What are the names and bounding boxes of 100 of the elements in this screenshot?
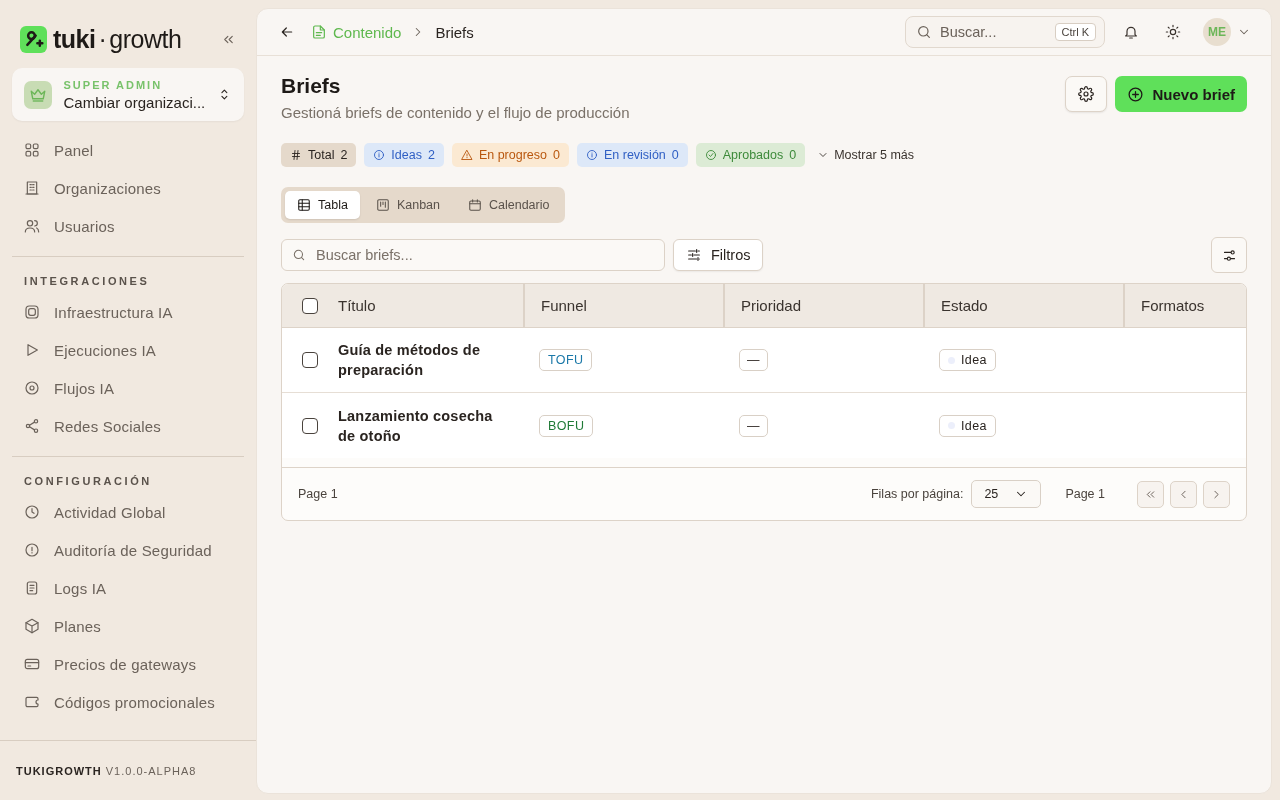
priority-tag: — [739, 349, 768, 371]
check-circle-icon [704, 149, 717, 161]
info-icon [585, 149, 598, 161]
table-cell-text: Guía de métodos de preparación [338, 341, 482, 380]
new-brief-button[interactable]: Nuevo brief [1115, 76, 1247, 112]
logo-text: · [98, 24, 107, 54]
table-row[interactable]: Guía de métodos de preparación TOFU — Idea [282, 328, 1246, 393]
page-label: Page 1 [1065, 487, 1105, 501]
plus-circle-icon [1127, 85, 1145, 103]
rows-per-page-select[interactable]: 25 [971, 480, 1042, 508]
nav-item[interactable]: Panel [12, 131, 244, 169]
nav-item[interactable]: Ejecuciones IA [12, 331, 244, 369]
stat-chip[interactable]: Ideas 2 [364, 143, 444, 167]
page-label: Page 1 [298, 487, 338, 501]
role-label: SUPER ADMIN [63, 78, 164, 91]
view-tab[interactable]: Kanban [363, 191, 452, 219]
back-button[interactable] [279, 24, 295, 40]
nav-item[interactable]: Infraestructura IA [12, 293, 244, 331]
search-placeholder: Buscar briefs... [316, 247, 413, 263]
breadcrumb-current: Briefs [435, 23, 474, 41]
target-icon [24, 380, 40, 396]
building-icon [24, 180, 40, 196]
nav-item[interactable]: Organizaciones [12, 169, 244, 207]
document-icon [311, 24, 327, 40]
stat-chip[interactable]: En progreso 0 [451, 143, 569, 167]
table-icon [297, 198, 311, 212]
nav-item[interactable]: Logs IA [12, 569, 244, 607]
search-placeholder: Buscar... [940, 24, 997, 40]
column-header[interactable]: Título [338, 297, 376, 314]
search-icon [916, 24, 932, 40]
organization-label: Cambiar organizaci... [63, 93, 206, 111]
shortcut-hint: Ctrl K [1054, 23, 1096, 41]
page-subtitle: Gestioná briefs de contenido y el flujo de producción [281, 104, 630, 121]
nav-item[interactable]: Auditoría de Seguridad [12, 531, 244, 569]
users-icon [24, 218, 40, 234]
logo-icon [20, 25, 47, 53]
stat-chip[interactable]: Total 2 [281, 143, 357, 167]
view-tab[interactable]: Calendario [456, 191, 562, 219]
alert-icon [24, 542, 40, 558]
nav-item[interactable]: Redes Sociales [12, 407, 244, 445]
nav-item[interactable]: Precios de gateways [12, 645, 244, 683]
logo-text: tuki [53, 24, 96, 54]
kanban-icon [375, 198, 390, 212]
column-settings-button[interactable] [1211, 237, 1247, 273]
settings-button[interactable] [1065, 76, 1108, 112]
view-tab[interactable]: Tabla [285, 191, 360, 219]
search-field[interactable]: Buscar... Ctrl K [905, 16, 1105, 48]
search-icon [292, 248, 306, 262]
history-icon [24, 504, 40, 520]
status-tag: Idea [939, 349, 996, 371]
nav-item[interactable]: Códigos promocionales [12, 683, 244, 721]
status-tag: Idea [939, 414, 996, 437]
document-icon [24, 580, 40, 596]
calendar-icon [468, 198, 482, 212]
stat-chip[interactable]: En revisión 0 [576, 143, 688, 167]
organization-switcher[interactable]: SUPER ADMIN Cambiar organizaci... [12, 68, 244, 121]
checkbox[interactable] [302, 417, 318, 434]
search-field[interactable]: Buscar briefs... [281, 239, 665, 271]
bell-icon [1123, 24, 1139, 40]
nav-item[interactable]: Planes [12, 607, 244, 645]
stat-chip[interactable]: Aprobados 0 [695, 143, 806, 167]
info-icon [373, 149, 386, 161]
rows-per-page-label: Filas por página: [870, 487, 964, 501]
logo-text: growth [109, 24, 182, 54]
show-more-button[interactable]: Mostrar 5 más [813, 148, 919, 162]
ticket-icon [24, 694, 40, 710]
crown-icon [24, 80, 52, 109]
column-header[interactable]: Funnel [541, 297, 587, 314]
checkbox[interactable] [302, 352, 318, 368]
section-heading: INTEGRACIONES [23, 274, 151, 289]
column-header[interactable]: Formatos [1141, 297, 1205, 314]
column-header[interactable]: Prioridad [741, 297, 802, 314]
arrow-left-icon [279, 24, 295, 40]
settings-icon [1078, 86, 1095, 102]
nav-item[interactable]: Flujos IA [12, 369, 244, 407]
chip-icon [24, 304, 40, 320]
play-icon [24, 342, 40, 358]
warning-icon [460, 149, 473, 161]
sliders-icon [686, 247, 702, 263]
section-heading: CONFIGURACIÓN [23, 474, 153, 489]
brand-label: TUKIGROWTH [16, 764, 102, 777]
card-icon [24, 656, 40, 672]
table-row[interactable]: Lanzamiento cosecha de otoño BOFU — Idea [282, 393, 1246, 458]
table-cell-text: Lanzamiento cosecha de otoño [338, 406, 494, 446]
priority-tag: — [739, 414, 768, 437]
box-icon [24, 618, 40, 634]
nav-item[interactable]: Actividad Global [12, 493, 244, 531]
version-label: V1.0.0-ALPHA8 [105, 764, 197, 777]
sliders-icon [1221, 247, 1237, 263]
hash-icon [290, 149, 302, 161]
checkbox[interactable] [302, 297, 318, 314]
share-icon [24, 418, 40, 434]
funnel-tag: TOFU [539, 349, 593, 371]
page-title: Briefs [281, 74, 342, 98]
grid-icon [24, 142, 40, 158]
filters-button[interactable]: Filtros [673, 239, 764, 271]
funnel-tag: BOFU [539, 414, 594, 437]
sun-icon [1165, 24, 1181, 40]
column-header[interactable]: Estado [941, 297, 988, 314]
nav-item[interactable]: Usuarios [12, 207, 244, 245]
